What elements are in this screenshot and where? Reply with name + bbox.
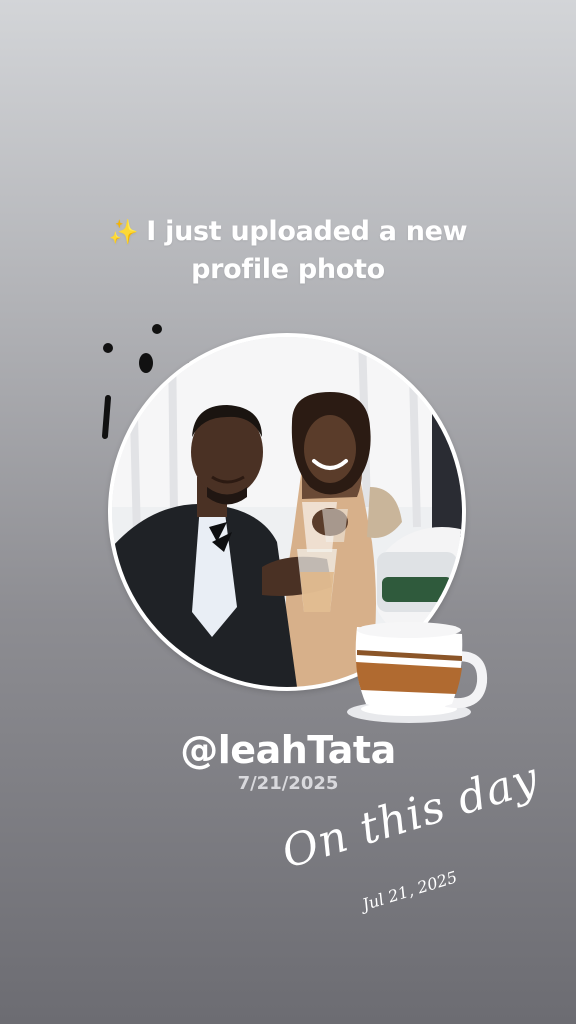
headline-line-1: ✨ I just uploaded a new — [0, 213, 576, 251]
coffee-cup-icon — [347, 622, 488, 723]
sparkles-icon: ✨ — [108, 218, 139, 246]
headline-text-1: I just uploaded a new — [146, 216, 468, 247]
memory-date: Jul 21, 2025 — [360, 867, 460, 915]
headline-line-2: profile photo — [191, 254, 385, 285]
headline: ✨ I just uploaded a new profile photo — [0, 213, 576, 288]
